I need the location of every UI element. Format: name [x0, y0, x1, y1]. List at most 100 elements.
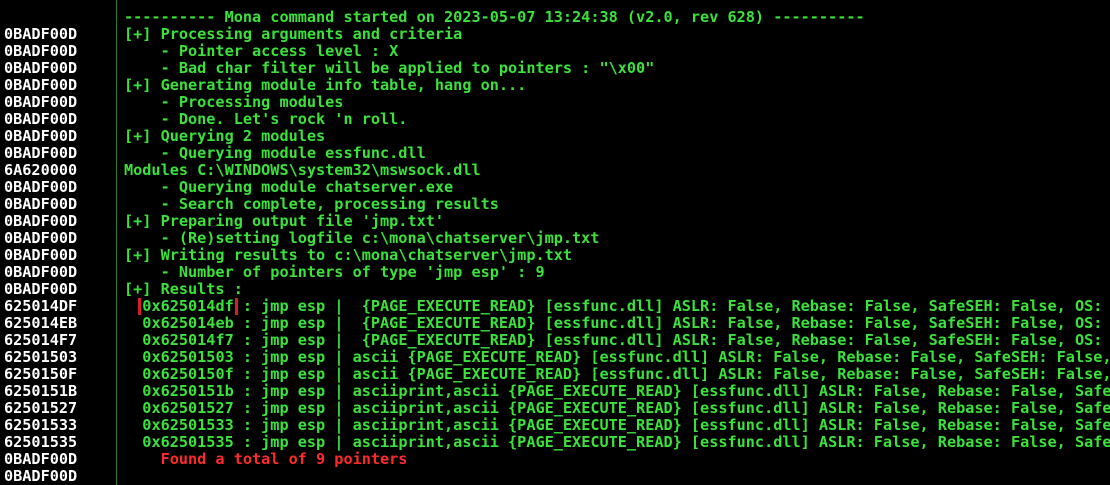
log-message: ---------- Mona command started on 2023-…	[124, 9, 865, 26]
log-message: - (Re)setting logfile c:\mona\chatserver…	[124, 230, 600, 247]
log-address: 0BADF00D	[4, 42, 78, 60]
log-row[interactable]: 0BADF00D Found a total of 9 pointers	[0, 451, 1110, 468]
log-row[interactable]: ---------- Mona command started on 2023-…	[0, 9, 1110, 26]
log-address: 62501527	[4, 399, 78, 417]
log-row[interactable]: 6A620000 Modules C:\WINDOWS\system32\msws…	[0, 162, 1110, 179]
log-row[interactable]: 0BADF00D	[0, 468, 1110, 485]
log-address: 0BADF00D	[4, 25, 78, 43]
log-message: [+] Preparing output file 'jmp.txt'	[124, 213, 445, 230]
pointer-details: : jmp esp | {PAGE_EXECUTE_READ} [essfunc…	[242, 315, 1103, 332]
log-address: 0BADF00D	[4, 229, 78, 247]
log-message: - Querying module essfunc.dll	[124, 145, 426, 162]
log-address: 0BADF00D	[4, 110, 78, 128]
log-address: 0BADF00D	[4, 450, 78, 468]
log-row[interactable]: 0BADF00D [+] Preparing output file 'jmp.t…	[0, 213, 1110, 230]
log-row[interactable]: 0BADF00D [+] Writing results to c:\mona\c…	[0, 247, 1110, 264]
log-message: 0x62501503 : jmp esp | ascii {PAGE_EXECU…	[124, 349, 1110, 366]
log-message: - Processing modules	[124, 94, 344, 111]
log-address: 0BADF00D	[4, 127, 78, 145]
log-row[interactable]: 62501503 0x62501503 : jmp esp | ascii {P…	[0, 349, 1110, 366]
log-message: 0x62501527 : jmp esp | asciiprint,ascii …	[124, 400, 1110, 417]
log-message: - Bad char filter will be applied to poi…	[124, 60, 655, 77]
log-row[interactable]: 0BADF00D [+] Processing arguments and cri…	[0, 26, 1110, 43]
log-row[interactable]: 0BADF00D - Pointer access level : X	[0, 43, 1110, 60]
log-row[interactable]: 0BADF00D [+] Generating module info table…	[0, 77, 1110, 94]
log-row[interactable]: 0BADF00D [+] Results :	[0, 281, 1110, 298]
log-row[interactable]: 0BADF00D [+] Querying 2 modules	[0, 128, 1110, 145]
log-row[interactable]: 6250150F 0x6250150f : jmp esp | ascii {P…	[0, 366, 1110, 383]
log-message: 0x6250150f : jmp esp | ascii {PAGE_EXECU…	[124, 366, 1110, 383]
log-message: - Number of pointers of type 'jmp esp' :…	[124, 264, 545, 281]
log-row[interactable]: 62501527 0x62501527 : jmp esp | asciipri…	[0, 400, 1110, 417]
log-address: 0BADF00D	[4, 263, 78, 281]
pointer-details: : jmp esp | {PAGE_EXECUTE_READ} [essfunc…	[242, 332, 1103, 349]
log-message: - Pointer access level : X	[124, 43, 399, 60]
pointer-details: : jmp esp | ascii {PAGE_EXECUTE_READ} [e…	[242, 349, 1110, 366]
log-address: 6250151B	[4, 382, 78, 400]
log-address: 0BADF00D	[4, 93, 78, 111]
log-message: Found a total of 9 pointers	[124, 451, 408, 468]
log-address: 0BADF00D	[4, 280, 78, 298]
log-message: - Search complete, processing results	[124, 196, 499, 213]
pointer-address: 0x62501535	[142, 434, 234, 451]
log-address: 0BADF00D	[4, 467, 78, 485]
log-message: - Done. Let's rock 'n roll.	[124, 111, 408, 128]
log-row[interactable]: 0BADF00D - Number of pointers of type 'j…	[0, 264, 1110, 281]
log-row[interactable]: 0BADF00D - Bad char filter will be appli…	[0, 60, 1110, 77]
pointer-address: 0x625014f7	[142, 332, 234, 349]
log-row[interactable]: 0BADF00D - Search complete, processing r…	[0, 196, 1110, 213]
log-address: 625014F7	[4, 331, 78, 349]
log-address: 62501535	[4, 433, 78, 451]
log-message: 0x625014df : jmp esp | {PAGE_EXECUTE_REA…	[124, 298, 1110, 315]
log-message: [+] Querying 2 modules	[124, 128, 326, 145]
pointer-address: 0x625014eb	[142, 315, 234, 332]
pointer-address: 0x62501533	[142, 417, 234, 434]
pointer-details: : jmp esp | {PAGE_EXECUTE_READ} [essfunc…	[242, 298, 1103, 315]
log-message: 0x625014eb : jmp esp | {PAGE_EXECUTE_REA…	[124, 315, 1110, 332]
pointer-address: 0x62501527	[142, 400, 234, 417]
log-row[interactable]: 62501533 0x62501533 : jmp esp | asciipri…	[0, 417, 1110, 434]
pointer-address: 0x62501503	[142, 349, 234, 366]
log-address: 62501533	[4, 416, 78, 434]
log-row[interactable]: 0BADF00D - Done. Let's rock 'n roll.	[0, 111, 1110, 128]
log-row[interactable]: 0BADF00D - Processing modules	[0, 94, 1110, 111]
log-row[interactable]: 0BADF00D - Querying module chatserver.ex…	[0, 179, 1110, 196]
log-row[interactable]: 62501535 0x62501535 : jmp esp | asciipri…	[0, 434, 1110, 451]
log-address: 0BADF00D	[4, 246, 78, 264]
pointer-address: 0x6250151b	[142, 383, 234, 400]
log-row[interactable]: 625014EB 0x625014eb : jmp esp | {PAGE_EX…	[0, 315, 1110, 332]
pointer-details: : jmp esp | ascii {PAGE_EXECUTE_READ} [e…	[242, 366, 1110, 383]
highlighted-pointer: 0x625014df	[138, 298, 238, 315]
log-address: 0BADF00D	[4, 195, 78, 213]
log-message: 0x625014f7 : jmp esp | {PAGE_EXECUTE_REA…	[124, 332, 1110, 349]
log-row[interactable]: 0BADF00D - (Re)setting logfile c:\mona\c…	[0, 230, 1110, 247]
log-address: 62501503	[4, 348, 78, 366]
log-address: 0BADF00D	[4, 59, 78, 77]
log-message: [+] Generating module info table, hang o…	[124, 77, 527, 94]
log-message: - Querying module chatserver.exe	[124, 179, 454, 196]
pointer-details: : jmp esp | asciiprint,ascii {PAGE_EXECU…	[242, 417, 1110, 434]
log-address: 625014DF	[4, 297, 78, 315]
log-message: [+] Results :	[124, 281, 243, 298]
log-address: 6A620000	[4, 161, 78, 179]
log-message: [+] Processing arguments and criteria	[124, 26, 463, 43]
pointer-details: : jmp esp | asciiprint,ascii {PAGE_EXECU…	[242, 400, 1110, 417]
log-message: 0x6250151b : jmp esp | asciiprint,ascii …	[124, 383, 1110, 400]
pointer-details: : jmp esp | asciiprint,ascii {PAGE_EXECU…	[242, 434, 1110, 451]
log-window[interactable]: ---------- Mona command started on 2023-…	[0, 9, 1110, 485]
log-row[interactable]: 0BADF00D - Querying module essfunc.dll	[0, 145, 1110, 162]
log-address: 0BADF00D	[4, 178, 78, 196]
log-row[interactable]: 625014F7 0x625014f7 : jmp esp | {PAGE_EX…	[0, 332, 1110, 349]
log-message: 0x62501535 : jmp esp | asciiprint,ascii …	[124, 434, 1110, 451]
log-address: 0BADF00D	[4, 212, 78, 230]
log-row[interactable]: 625014DF 0x625014df : jmp esp | {PAGE_EX…	[0, 298, 1110, 315]
log-message: 0x62501533 : jmp esp | asciiprint,ascii …	[124, 417, 1110, 434]
log-address: 0BADF00D	[4, 144, 78, 162]
pointer-details: : jmp esp | asciiprint,ascii {PAGE_EXECU…	[242, 383, 1110, 400]
log-row[interactable]: 6250151B 0x6250151b : jmp esp | asciipri…	[0, 383, 1110, 400]
log-address: 0BADF00D	[4, 76, 78, 94]
log-message: Modules C:\WINDOWS\system32\mswsock.dll	[124, 162, 481, 179]
pointer-address: 0x6250150f	[142, 366, 234, 383]
log-address: 625014EB	[4, 314, 78, 332]
log-address: 6250150F	[4, 365, 78, 383]
